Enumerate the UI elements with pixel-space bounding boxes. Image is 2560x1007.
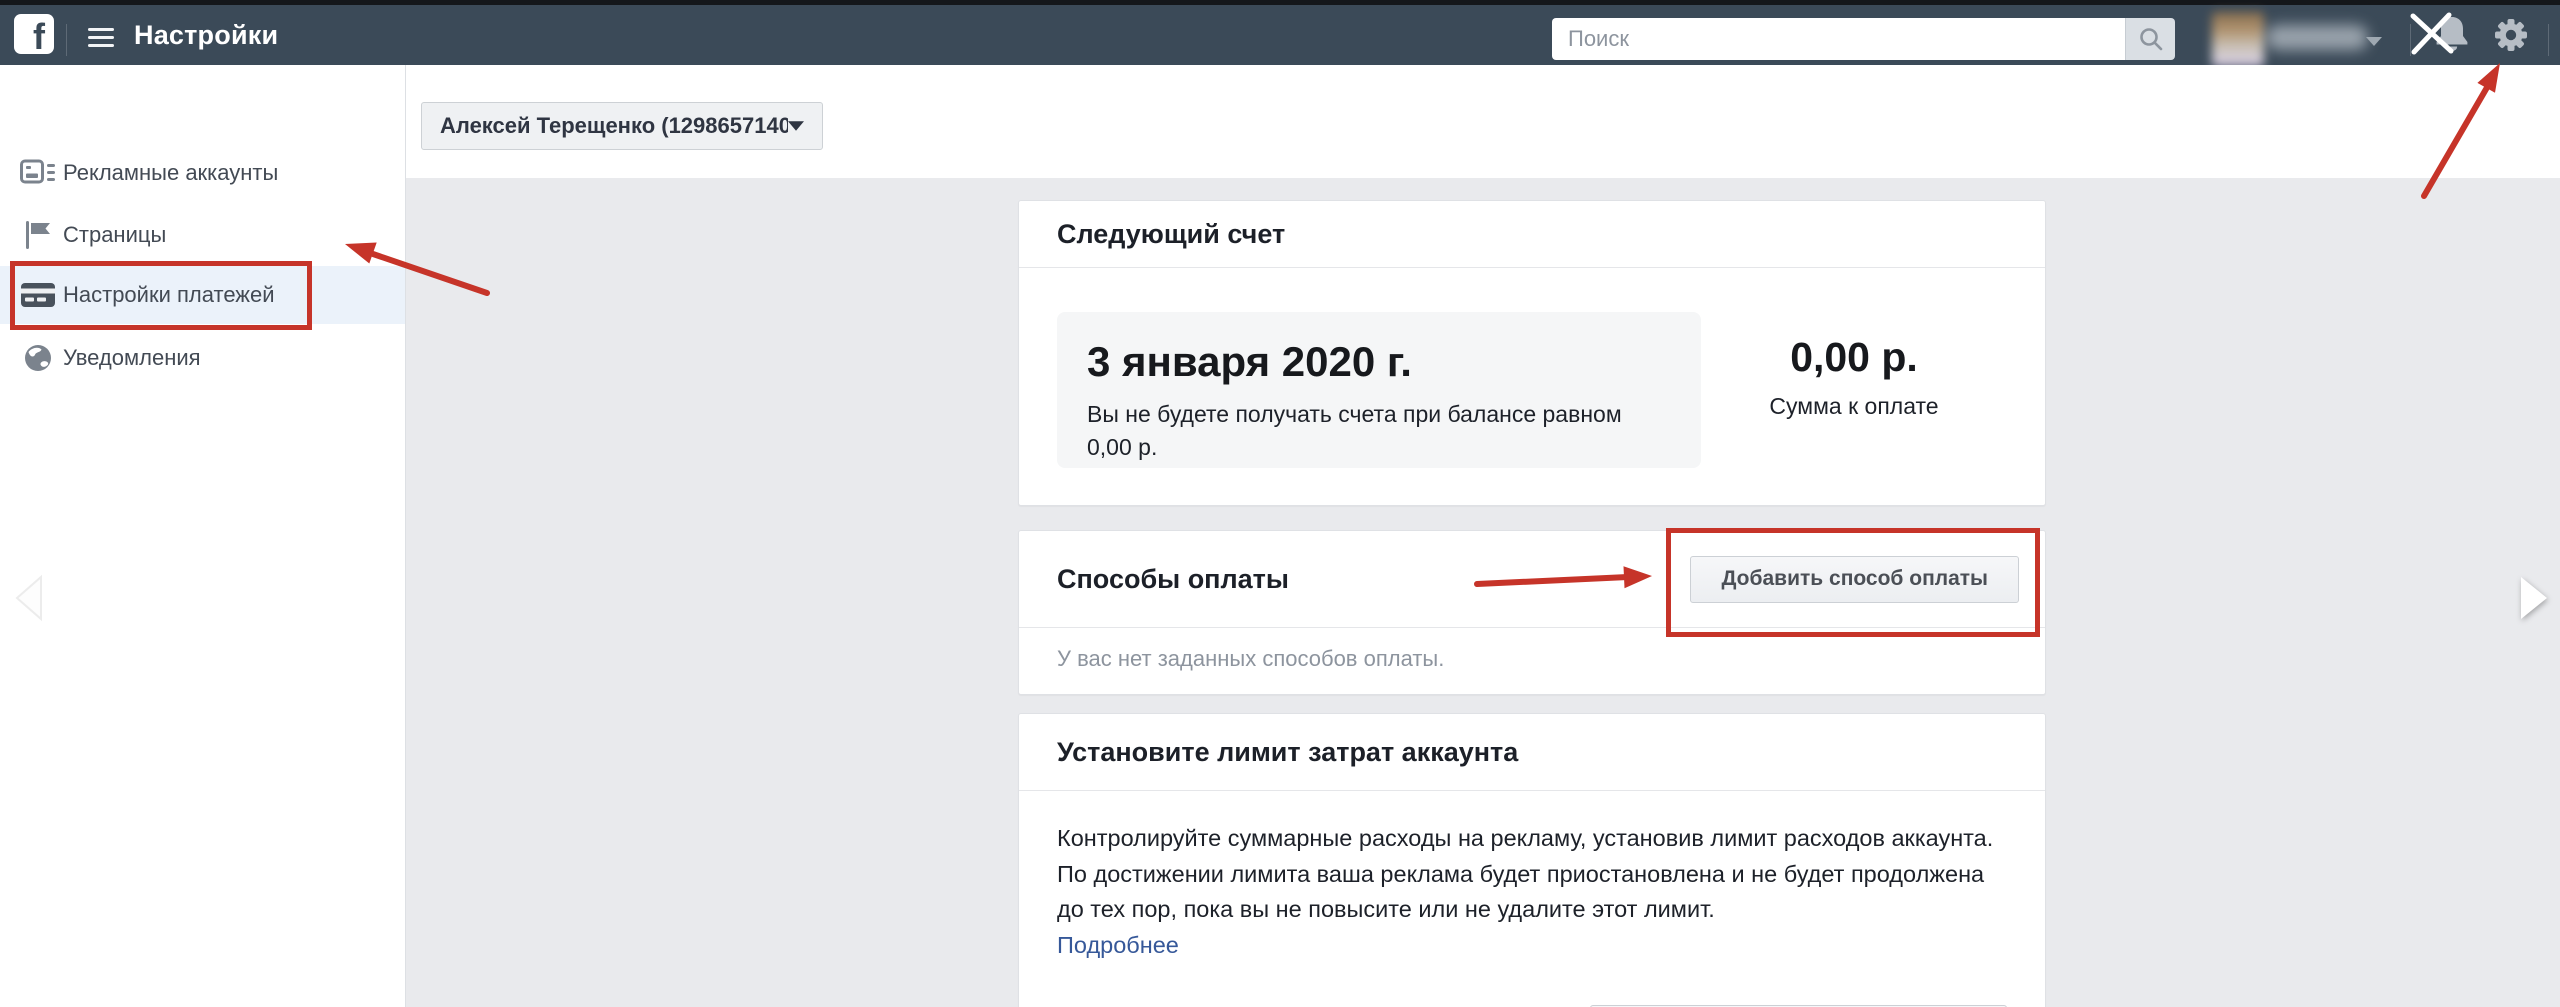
spend-limit-card: Установите лимит затрат аккаунта Контрол… xyxy=(1018,713,2046,1007)
next-bill-amount-block: 0,00 р. Сумма к оплате xyxy=(1701,312,2007,468)
card-title: Установите лимит затрат аккаунта xyxy=(1057,736,1519,767)
search-bar xyxy=(1552,18,2175,60)
carousel-right-arrow[interactable] xyxy=(2518,574,2552,629)
gear-icon[interactable] xyxy=(2492,5,2530,65)
account-selector-dropdown[interactable]: Алексей Терещенко (1298657140... xyxy=(421,102,823,150)
sidebar-item-label: Уведомления xyxy=(63,345,201,370)
navbar-divider xyxy=(2410,24,2411,56)
sidebar-item-notifications[interactable]: Уведомления xyxy=(0,330,405,386)
sidebar-item-pages[interactable]: Страницы xyxy=(0,207,405,263)
no-payment-methods-text: У вас нет заданных способов оплаты. xyxy=(1057,646,1445,671)
payment-methods-card-body: У вас нет заданных способов оплаты. xyxy=(1019,628,2045,690)
profile-menu-caret-icon[interactable] xyxy=(2366,33,2382,51)
next-bill-date: 3 января 2020 г. xyxy=(1087,338,1412,385)
top-navbar: f Настройки xyxy=(0,5,2560,67)
payment-methods-card: Способы оплаты Добавить способ оплаты У … xyxy=(1018,530,2046,695)
card-title: Способы оплаты xyxy=(1057,563,1289,594)
search-icon xyxy=(2139,28,2162,51)
next-bill-card-body: 3 января 2020 г. Вы не будете получать с… xyxy=(1019,268,2045,468)
payment-settings-page: f Настройки Поиск Рекламные аккаунты Стр… xyxy=(0,0,2560,1007)
globe-icon xyxy=(18,343,58,373)
spend-limit-description: Контролируйте суммарные расходы на рекла… xyxy=(1057,821,2007,963)
carousel-left-arrow[interactable] xyxy=(12,574,44,627)
page-title: Настройки xyxy=(134,19,279,50)
credit-card-icon xyxy=(18,282,58,308)
next-bill-note: Вы не будете получать счета при балансе … xyxy=(1087,401,1622,460)
search-input[interactable] xyxy=(1552,18,2125,60)
pages-flag-icon xyxy=(18,220,58,250)
avatar[interactable] xyxy=(2212,12,2264,67)
sidebar-item-label: Страницы xyxy=(63,222,167,247)
search-button[interactable] xyxy=(2125,18,2175,60)
spend-limit-card-body: Контролируйте суммарные расходы на рекла… xyxy=(1019,791,2045,1007)
add-payment-method-button[interactable]: Добавить способ оплаты xyxy=(1690,555,2019,603)
sidebar-item-ad-accounts[interactable]: Рекламные аккаунты xyxy=(0,145,405,201)
sidebar-item-label: Настройки платежей xyxy=(63,282,275,307)
amount-due-label: Сумма к оплате xyxy=(1769,393,1939,419)
card-title: Следующий счет xyxy=(1057,218,1286,249)
learn-more-link[interactable]: Подробнее xyxy=(1057,928,1179,964)
payment-methods-card-header: Способы оплаты Добавить способ оплаты xyxy=(1019,531,2045,628)
navbar-divider xyxy=(66,24,67,56)
hamburger-menu-icon[interactable] xyxy=(88,28,114,47)
chevron-down-icon xyxy=(787,121,804,131)
ad-accounts-icon xyxy=(18,159,58,187)
next-bill-card-header: Следующий счет xyxy=(1019,201,2045,268)
amount-due-value: 0,00 р. xyxy=(1790,334,1918,380)
notifications-bell-icon[interactable] xyxy=(2432,5,2472,65)
navbar-divider xyxy=(2548,24,2549,56)
facebook-logo-icon[interactable]: f xyxy=(14,14,54,54)
sidebar-item-payment-settings[interactable]: Настройки платежей xyxy=(0,266,405,324)
next-bill-card: Следующий счет 3 января 2020 г. Вы не бу… xyxy=(1018,200,2046,506)
spend-limit-card-header: Установите лимит затрат аккаунта xyxy=(1019,714,2045,791)
settings-sidebar: Рекламные аккаунты Страницы Настройки пл… xyxy=(0,65,406,1007)
next-bill-date-box: 3 января 2020 г. Вы не будете получать с… xyxy=(1057,312,1701,468)
account-selector-label: Алексей Терещенко (1298657140... xyxy=(440,113,788,138)
user-name-blurred xyxy=(2266,25,2368,50)
sidebar-item-label: Рекламные аккаунты xyxy=(63,160,279,185)
